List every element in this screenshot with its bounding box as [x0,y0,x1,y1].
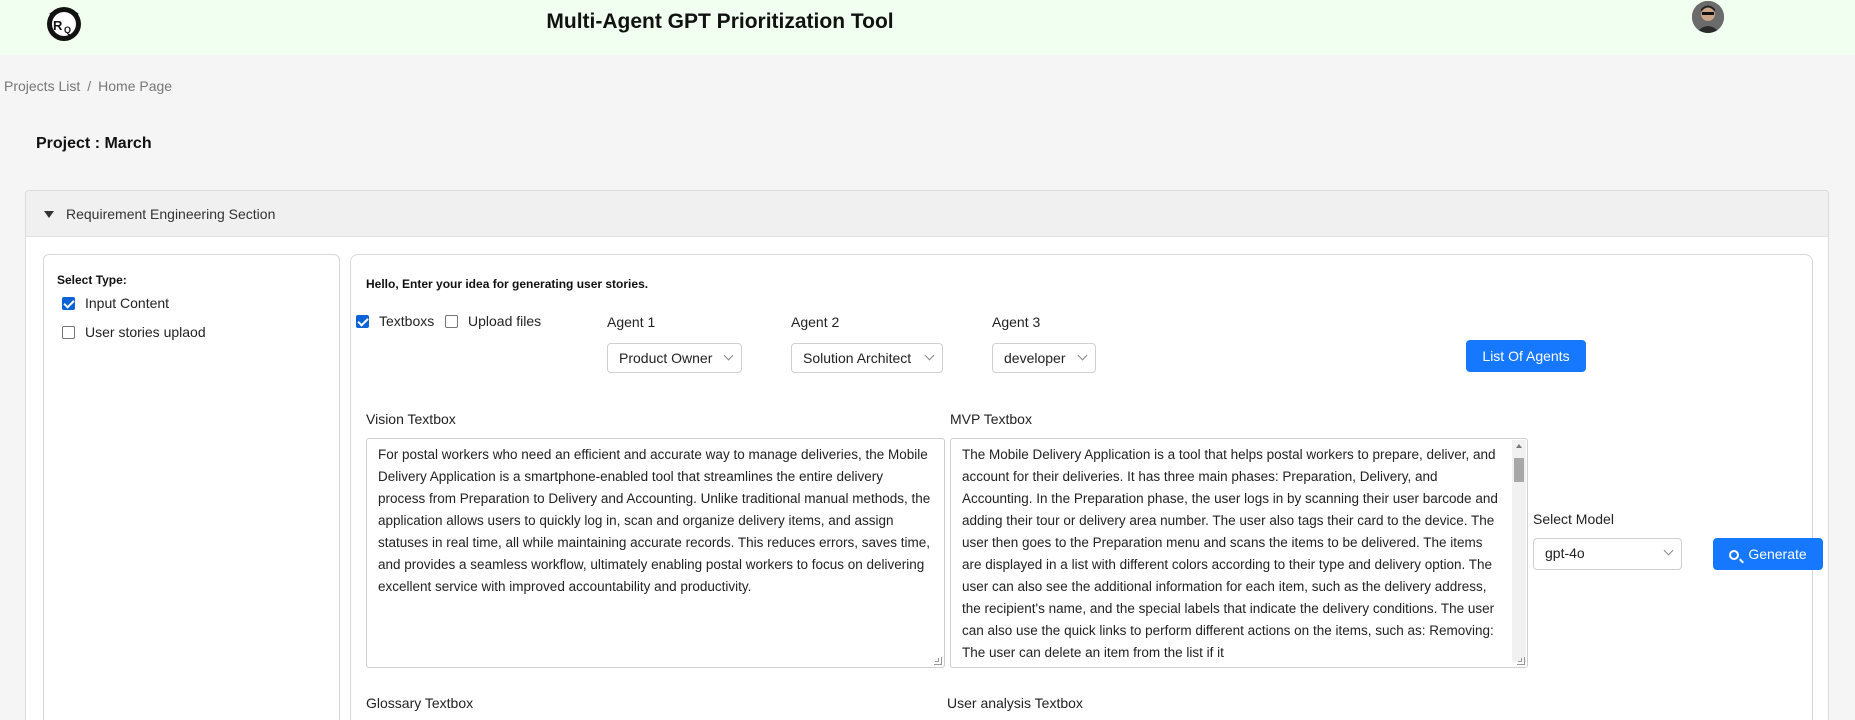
mvp-textbox-value: The Mobile Delivery Application is a too… [962,447,1498,660]
user-avatar[interactable] [1692,1,1724,33]
input-content-option[interactable]: Input Content [62,295,169,311]
mvp-scrollbar[interactable] [1512,440,1526,662]
section-label: Requirement Engineering Section [66,206,276,222]
chevron-down-icon [1077,350,1088,361]
input-content-checkbox[interactable] [62,296,75,310]
chevron-down-icon [1663,545,1674,556]
breadcrumb-projects-list[interactable]: Projects List [4,78,80,94]
model-select[interactable]: gpt-4o [1533,538,1682,570]
textboxs-label: Textboxs [379,313,435,329]
user-analysis-textbox-label: User analysis Textbox [947,695,1083,711]
input-content-label: Input Content [85,295,170,311]
search-icon [1729,550,1740,560]
top-bar: R Q Multi-Agent GPT Prioritization Tool [0,0,1855,55]
hello-instruction: Hello, Enter your idea for generating us… [366,277,649,291]
agent-2-select[interactable]: Solution Architect [791,343,943,373]
agent-3-select[interactable]: developer [992,343,1096,373]
select-model-label: Select Model [1533,511,1614,527]
chevron-down-icon [924,350,935,361]
idea-input-panel: Hello, Enter your idea for generating us… [350,254,1823,720]
upload-files-option[interactable]: Upload files [445,313,541,329]
agent-1-value: Product Owner [619,350,713,366]
model-select-value: gpt-4o [1545,545,1585,561]
breadcrumb-separator: / [87,78,92,94]
list-of-agents-button[interactable]: List Of Agents [1466,340,1586,372]
select-type-panel: Select Type: Input Content User stories … [43,254,340,720]
scrollbar-thumb[interactable] [1514,458,1524,482]
breadcrumb-home-page[interactable]: Home Page [98,78,172,94]
glossary-textbox-label: Glossary Textbox [366,695,474,711]
breadcrumb: Projects List / Home Page [4,78,172,94]
agent-3-label: Agent 3 [992,314,1041,330]
upload-files-label: Upload files [468,313,542,329]
chevron-down-icon [723,350,734,361]
section-header[interactable]: Requirement Engineering Section [26,191,1828,237]
resize-handle-icon[interactable] [1517,657,1525,665]
requirement-engineering-section: Requirement Engineering Section Select T… [25,190,1829,720]
user-stories-upload-option[interactable]: User stories uplaod [62,324,206,340]
resize-handle-icon[interactable] [934,657,942,665]
app-title: Multi-Agent GPT Prioritization Tool [546,10,894,33]
vision-textbox-label: Vision Textbox [366,411,456,427]
mvp-textbox-label: MVP Textbox [950,411,1032,427]
user-stories-upload-checkbox[interactable] [62,325,75,339]
scroll-up-arrow-icon[interactable] [1516,444,1522,448]
generate-button[interactable]: Generate [1713,538,1823,570]
textboxs-option[interactable]: Textboxs [356,313,434,329]
project-title: Project : March [36,135,152,152]
upload-files-checkbox[interactable] [445,314,458,328]
select-type-title: Select Type: [57,273,127,287]
agent-1-label: Agent 1 [607,314,656,330]
agent-3-value: developer [1004,350,1066,366]
textboxs-checkbox[interactable] [356,314,369,328]
generate-label: Generate [1748,546,1807,562]
caret-down-icon[interactable] [44,211,54,218]
agent-2-label: Agent 2 [791,314,840,330]
vision-textbox-value: For postal workers who need an efficient… [378,447,931,594]
agent-2-value: Solution Architect [803,350,912,366]
user-stories-upload-label: User stories uplaod [85,324,206,340]
agent-1-select[interactable]: Product Owner [607,343,742,373]
vision-textbox[interactable]: For postal workers who need an efficient… [366,438,945,668]
mvp-textbox[interactable]: The Mobile Delivery Application is a too… [950,438,1528,668]
